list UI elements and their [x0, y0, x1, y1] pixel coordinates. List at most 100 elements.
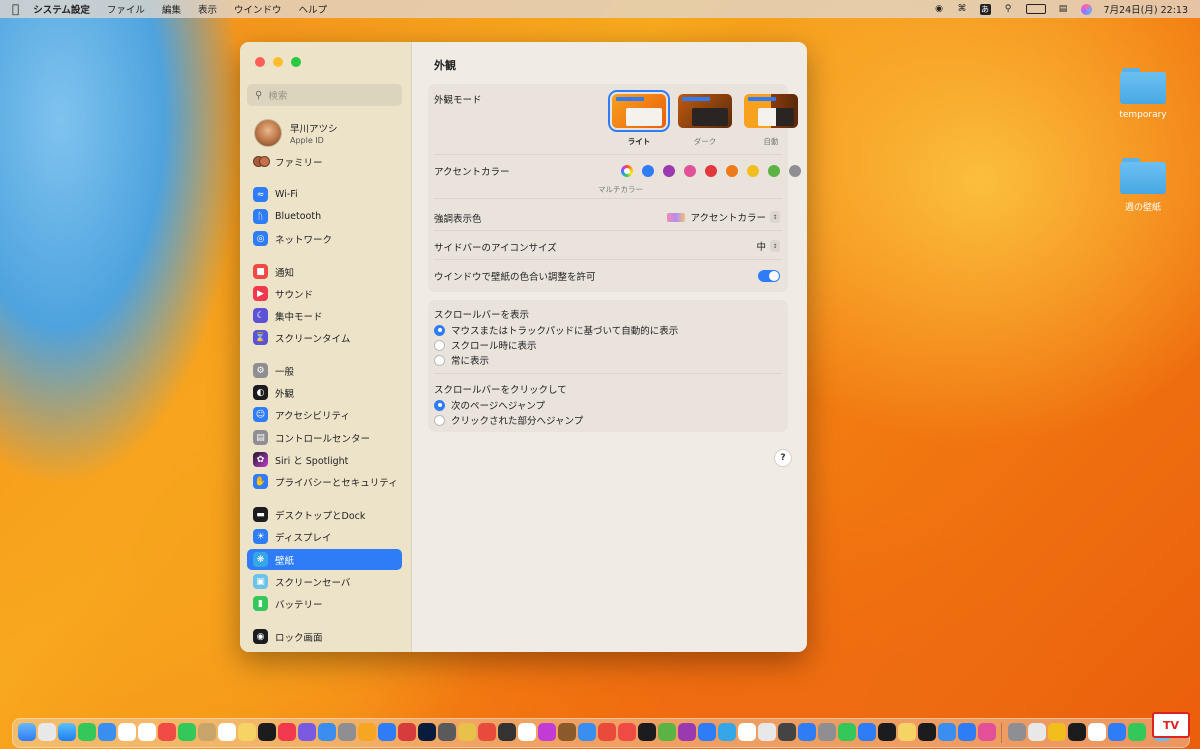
wallpaper-tinting-toggle[interactable]: [758, 270, 780, 282]
sidebar-item-siri-spotlight[interactable]: ✿ Siri と Spotlight: [247, 449, 402, 470]
podcasts-icon[interactable]: [298, 723, 316, 741]
app-icon[interactable]: [978, 723, 996, 741]
sidebar-item-lock-screen[interactable]: ◉ ロック画面: [247, 626, 402, 647]
music-icon[interactable]: [278, 723, 296, 741]
help-button[interactable]: ?: [774, 449, 792, 467]
accent-red-swatch[interactable]: [705, 165, 717, 177]
app-icon[interactable]: [1108, 723, 1126, 741]
sidebar-item-network[interactable]: ◎ ネットワーク: [247, 228, 402, 249]
app-icon[interactable]: [498, 723, 516, 741]
reminders-icon[interactable]: [218, 723, 236, 741]
sidebar-item-wallpaper[interactable]: ❋ 壁紙: [247, 549, 402, 570]
accent-pink-swatch[interactable]: [684, 165, 696, 177]
app-icon[interactable]: [1028, 723, 1046, 741]
accent-orange-swatch[interactable]: [726, 165, 738, 177]
input-method-icon[interactable]: あ: [979, 3, 991, 15]
app-icon[interactable]: [718, 723, 736, 741]
app-icon[interactable]: [918, 723, 936, 741]
sidebar-item-general[interactable]: ⚙ 一般: [247, 360, 402, 381]
app-icon[interactable]: [738, 723, 756, 741]
sidebar-item-family[interactable]: ファミリー: [247, 151, 402, 172]
contacts-icon[interactable]: [198, 723, 216, 741]
sidebar-item-screensaver[interactable]: ▣ スクリーンセーバ: [247, 571, 402, 592]
safari-icon[interactable]: [58, 723, 76, 741]
mail-icon[interactable]: [98, 723, 116, 741]
app-icon[interactable]: [898, 723, 916, 741]
menu-window[interactable]: ウインドウ: [234, 2, 282, 16]
desktop-folder-temporary[interactable]: temporary: [1098, 68, 1188, 120]
app-icon[interactable]: [678, 723, 696, 741]
app-icon[interactable]: [358, 723, 376, 741]
menu-file[interactable]: ファイル: [107, 2, 145, 16]
chrome-icon[interactable]: [518, 723, 536, 741]
finder-icon[interactable]: [18, 723, 36, 741]
search-field[interactable]: ⚲ 検索: [247, 84, 402, 106]
app-icon[interactable]: [758, 723, 776, 741]
scrollbars-always-radio[interactable]: 常に表示: [434, 353, 489, 367]
sidebar-item-privacy[interactable]: ✋ プライバシーとセキュリティ: [247, 471, 402, 492]
sidebar-item-accessibility[interactable]: ☺ アクセシビリティ: [247, 404, 402, 425]
app-icon[interactable]: [1088, 723, 1106, 741]
battery-icon[interactable]: [1025, 4, 1046, 14]
jump-clicked-spot-radio[interactable]: クリックされた部分へジャンプ: [434, 413, 583, 427]
app-icon[interactable]: [458, 723, 476, 741]
launchpad-icon[interactable]: [38, 723, 56, 741]
app-icon[interactable]: [158, 723, 176, 741]
close-button[interactable]: [255, 57, 265, 67]
sidebar-item-screen-time[interactable]: ⌛ スクリーンタイム: [247, 327, 402, 348]
app-icon[interactable]: [818, 723, 836, 741]
accent-yellow-swatch[interactable]: [747, 165, 759, 177]
app-icon[interactable]: [438, 723, 456, 741]
siri-icon[interactable]: [1080, 3, 1092, 15]
accent-green-swatch[interactable]: [768, 165, 780, 177]
system-settings-icon[interactable]: [338, 723, 356, 741]
theme-light-option[interactable]: [608, 90, 670, 132]
accent-multicolor-swatch[interactable]: [621, 165, 633, 177]
calendar-icon[interactable]: [118, 723, 136, 741]
sidebar-item-wifi[interactable]: ≈ Wi-Fi: [247, 184, 402, 205]
desktop-folder-wallpaper[interactable]: 週の壁紙: [1098, 158, 1188, 213]
app-icon[interactable]: [558, 723, 576, 741]
scrollbars-when-scrolling-radio[interactable]: スクロール時に表示: [434, 338, 537, 352]
theme-dark-option[interactable]: [678, 94, 732, 128]
theme-auto-option[interactable]: [744, 94, 798, 128]
app-icon[interactable]: [958, 723, 976, 741]
app-icon[interactable]: [1008, 723, 1026, 741]
app-icon[interactable]: [578, 723, 596, 741]
app-icon[interactable]: [598, 723, 616, 741]
sidebar-item-notifications[interactable]: ■ 通知: [247, 261, 402, 282]
menu-view[interactable]: 表示: [198, 2, 217, 16]
record-icon[interactable]: ◉: [934, 4, 945, 15]
app-icon[interactable]: [1128, 723, 1146, 741]
accent-graphite-swatch[interactable]: [789, 165, 801, 177]
photos-icon[interactable]: [138, 723, 156, 741]
sidebar-item-focus[interactable]: ☾ 集中モード: [247, 305, 402, 326]
zoom-button[interactable]: [291, 57, 301, 67]
highlight-color-popup[interactable]: アクセントカラー ↕: [667, 210, 780, 224]
tv-app-icon[interactable]: [258, 723, 276, 741]
facetime-icon[interactable]: [178, 723, 196, 741]
notes-icon[interactable]: [238, 723, 256, 741]
search-icon[interactable]: ⚲: [1003, 4, 1014, 15]
menu-edit[interactable]: 編集: [162, 2, 181, 16]
app-icon[interactable]: [538, 723, 556, 741]
sidebar-item-desktop-dock[interactable]: ▬ デスクトップとDock: [247, 504, 402, 525]
app-icon[interactable]: [858, 723, 876, 741]
sidebar-item-sound[interactable]: ▶ サウンド: [247, 283, 402, 304]
menu-app-name[interactable]: システム設定: [33, 2, 90, 16]
menu-help[interactable]: ヘルプ: [298, 2, 327, 16]
accent-blue-swatch[interactable]: [642, 165, 654, 177]
accent-purple-swatch[interactable]: [663, 165, 675, 177]
jump-next-page-radio[interactable]: 次のページへジャンプ: [434, 398, 545, 412]
app-icon[interactable]: [778, 723, 796, 741]
apple-id-account[interactable]: 早川アツシ Apple ID: [254, 119, 338, 147]
sidebar-item-control-center[interactable]: ▤ コントロールセンター: [247, 427, 402, 448]
command-icon[interactable]: ⌘: [957, 4, 968, 15]
sidebar-item-appearance[interactable]: ◐ 外観: [247, 382, 402, 403]
app-icon[interactable]: [478, 723, 496, 741]
app-icon[interactable]: [1048, 723, 1066, 741]
app-icon[interactable]: [878, 723, 896, 741]
sidebar-item-bluetooth[interactable]: ᚢ Bluetooth: [247, 206, 402, 227]
apple-menu-icon[interactable]: : [12, 2, 19, 16]
app-icon[interactable]: [638, 723, 656, 741]
